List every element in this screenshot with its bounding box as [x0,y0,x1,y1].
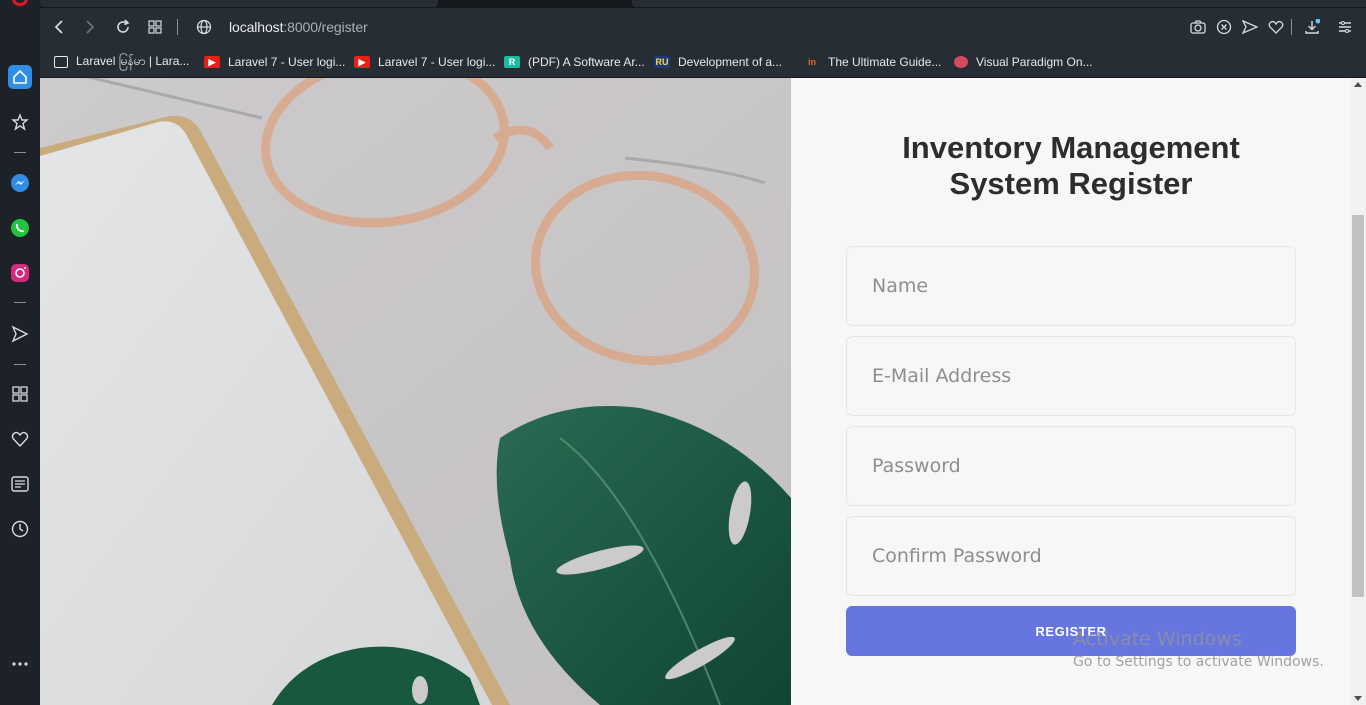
bookmark-item[interactable]: ▶ Laravel 7 - User logi... [354,53,495,71]
tab[interactable] [632,0,1366,7]
scrollbar-thumb[interactable] [1352,215,1364,597]
bookmarks-bar: Laravel မြန်မာ | Lara... ▶ Laravel 7 - U… [40,46,1366,78]
researchgate-icon: R [504,56,520,68]
reload-icon[interactable] [113,17,133,37]
vertical-scrollbar[interactable] [1350,78,1366,705]
password-field [846,426,1296,506]
name-input[interactable] [847,247,1295,325]
scroll-up-arrow-icon[interactable] [1354,82,1362,87]
register-page: Inventory Management System Register REG… [40,78,1366,705]
activate-windows-hint: Go to Settings to activate Windows. [1073,654,1324,670]
activate-windows-watermark: Activate Windows [1073,628,1242,650]
tab-strip [40,0,1366,8]
url-path: :8000/register [283,19,368,35]
toolbar-divider [1291,19,1292,35]
bookmark-label: The Ultimate Guide... [828,55,942,69]
bookmark-label: Laravel 7 - User logi... [228,55,346,69]
email-field [846,336,1296,416]
adblock-shield-icon[interactable] [1214,17,1234,37]
book-icon [54,56,68,68]
site-favicon-icon: in [808,57,816,67]
more-options-icon[interactable] [8,652,32,676]
bookmark-item[interactable]: in The Ultimate Guide... [804,53,941,71]
title-line: System Register [949,166,1193,201]
history-clock-icon[interactable] [8,517,32,541]
send-icon[interactable] [1240,17,1260,37]
forward-icon[interactable] [80,17,100,37]
bookmark-label: Laravel 7 - User logi... [378,55,496,69]
news-icon[interactable] [8,472,32,496]
toolbar-divider [177,19,178,35]
browser-sidebar [0,0,40,705]
bookmark-label: Laravel မြန်မာ | Lara... [76,54,190,68]
bookmark-label: Development of a... [678,55,783,69]
password-input[interactable] [847,427,1295,505]
youtube-icon: ▶ [204,56,220,68]
youtube-icon: ▶ [354,56,370,68]
home-icon[interactable] [8,65,32,89]
name-field [846,246,1296,326]
bookmark-label: Visual Paradigm On... [976,55,1093,69]
url-field[interactable]: localhost:8000/register [229,19,368,35]
apps-grid-icon[interactable] [8,382,32,406]
scroll-down-arrow-icon[interactable] [1354,696,1362,701]
send-icon[interactable] [8,322,32,346]
heart-icon[interactable] [8,427,32,451]
bookmark-item[interactable]: R (PDF) A Software Ar... [504,53,645,71]
globe-icon[interactable] [194,17,214,37]
heart-icon[interactable] [1266,17,1286,37]
decorative-photo [40,78,791,705]
bookmark-item[interactable]: ▶ Laravel 7 - User logi... [204,53,345,71]
sidebar-divider [14,152,26,153]
confirm-password-input[interactable] [847,517,1295,595]
star-icon[interactable] [8,110,32,134]
university-icon: RU [654,56,670,68]
bookmark-item[interactable]: RU Development of a... [654,53,782,71]
visual-paradigm-icon [954,56,968,68]
back-icon[interactable] [49,17,69,37]
tabs-grid-icon[interactable] [145,17,165,37]
address-bar: localhost:8000/register [40,8,1366,46]
page-title: Inventory Management System Register [846,130,1296,202]
bookmark-item[interactable]: Visual Paradigm On... [954,53,1093,71]
opera-logo-icon[interactable] [12,0,28,6]
easy-setup-menu-icon[interactable] [1335,17,1355,37]
instagram-icon[interactable] [8,261,32,285]
url-host: localhost [229,19,284,35]
sidebar-divider [14,364,26,365]
tab[interactable] [40,0,438,7]
messenger-icon[interactable] [8,171,32,195]
download-icon[interactable] [1302,17,1322,37]
sidebar-divider [14,302,26,303]
bookmark-item[interactable]: Laravel မြန်မာ | Lara... [54,53,189,71]
email-input[interactable] [847,337,1295,415]
title-line: Inventory Management [902,130,1240,165]
bookmark-label: (PDF) A Software Ar... [528,55,645,69]
camera-icon[interactable] [1188,17,1208,37]
whatsapp-icon[interactable] [8,216,32,240]
confirm-password-field [846,516,1296,596]
